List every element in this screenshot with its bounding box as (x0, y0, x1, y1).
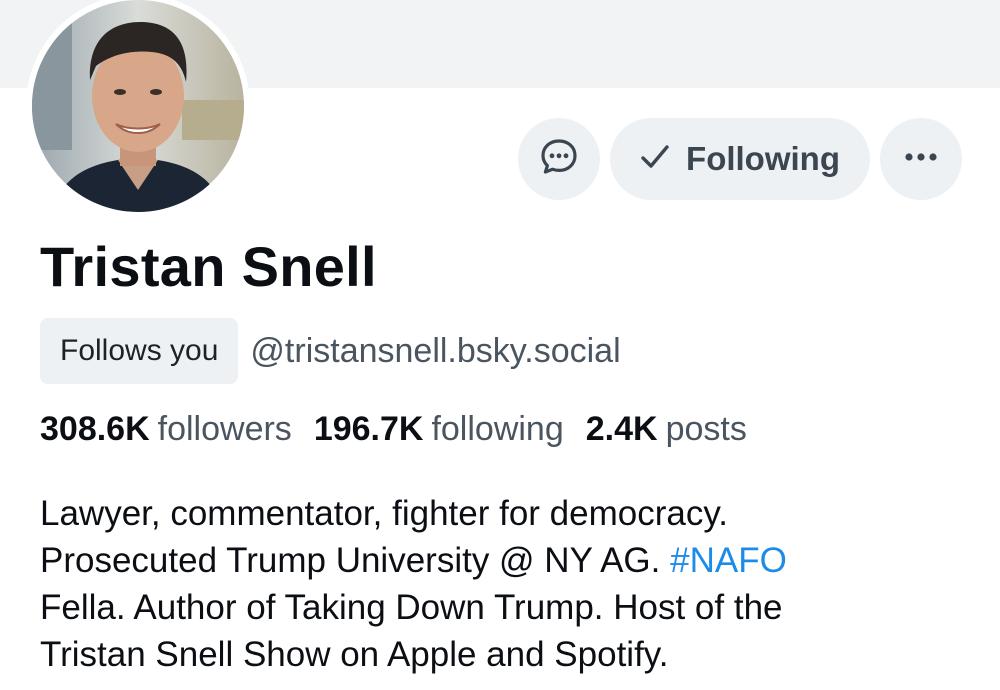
more-options-button[interactable] (880, 118, 962, 200)
following-label: Following (686, 140, 840, 177)
bio-line: Prosecuted Trump University @ NY AG. #NA… (40, 537, 940, 584)
checkmark-icon (638, 140, 672, 179)
posts-stat: 2.4K posts (586, 410, 747, 449)
message-button[interactable] (518, 118, 601, 200)
profile-page: Following Tristan Snell Follows you @tri… (0, 0, 1000, 690)
followers-stat[interactable]: 308.6K followers (40, 410, 292, 449)
following-button[interactable]: Following (610, 118, 870, 200)
handle-row: Follows you @tristansnell.bsky.social (40, 318, 621, 384)
following-stat-label: following (431, 410, 564, 448)
following-stat[interactable]: 196.7K following (314, 410, 564, 449)
followers-label: followers (157, 410, 292, 448)
bio-text: Prosecuted Trump University @ NY AG. (40, 541, 671, 580)
chat-bubble-icon (539, 137, 579, 182)
bio-line: Tristan Snell Show on Apple and Spotify. (40, 635, 669, 674)
hashtag-link[interactable]: #NAFO (670, 541, 787, 580)
avatar-photo (32, 0, 244, 212)
posts-count: 2.4K (585, 410, 658, 448)
bio-line: Lawyer, commentator, fighter for democra… (40, 494, 728, 533)
profile-bio: Lawyer, commentator, fighter for democra… (40, 490, 940, 678)
profile-stats: 308.6K followers 196.7K following 2.4K post… (40, 410, 747, 449)
bio-line: Fella. Author of Taking Down Trump. Host… (40, 588, 783, 627)
follows-you-badge: Follows you (40, 318, 239, 384)
posts-label: posts (665, 410, 747, 448)
profile-handle[interactable]: @tristansnell.bsky.social (250, 332, 620, 371)
avatar[interactable] (26, 0, 250, 218)
display-name: Tristan Snell (40, 235, 377, 298)
following-count: 196.7K (313, 410, 424, 448)
profile-actions: Following (518, 118, 962, 200)
ellipsis-icon (901, 150, 941, 168)
followers-count: 308.6K (40, 410, 150, 448)
